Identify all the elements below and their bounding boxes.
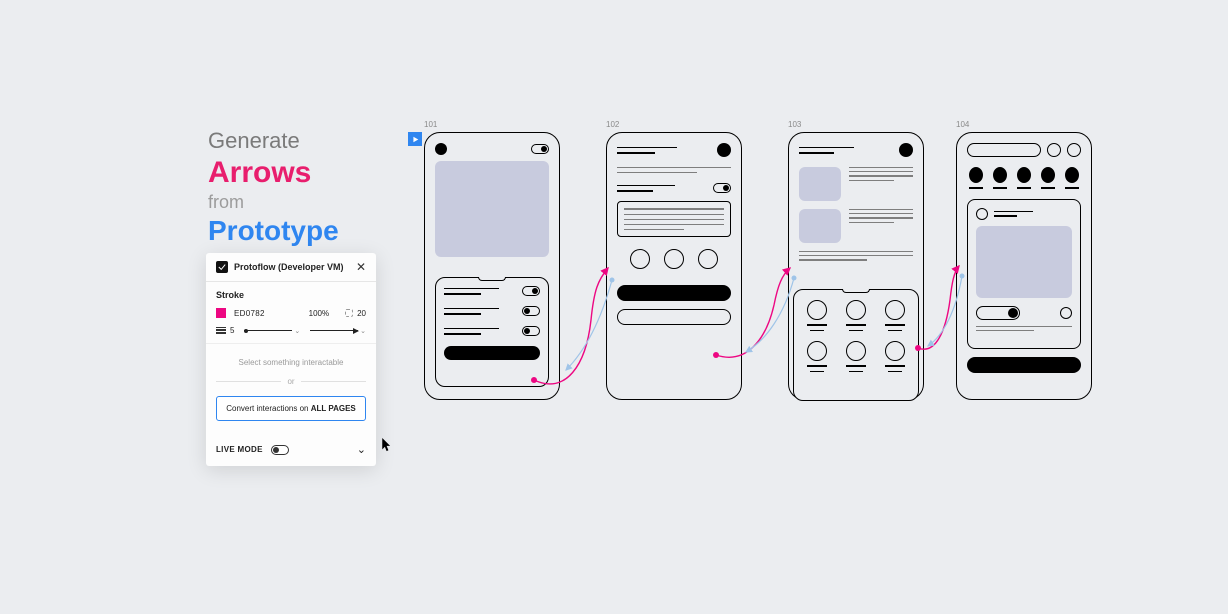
color-hex[interactable]: ED0782 xyxy=(234,309,265,318)
frame-103[interactable] xyxy=(788,132,924,400)
collapse-icon[interactable]: ⌄ xyxy=(357,443,366,456)
circle-option xyxy=(698,249,718,269)
heading: Generate Arrows from Prototype xyxy=(208,128,339,247)
corner-radius-value: 20 xyxy=(357,309,366,318)
row-toggle-3 xyxy=(522,326,540,336)
live-mode-toggle[interactable] xyxy=(271,445,289,455)
action-icon xyxy=(1060,307,1072,319)
end-cap-select[interactable]: ⌄ xyxy=(310,327,366,335)
row-toggle-2 xyxy=(522,306,540,316)
circle-option xyxy=(630,249,650,269)
icon-circle xyxy=(1067,143,1081,157)
post-image xyxy=(976,226,1072,298)
header-toggle xyxy=(531,144,549,154)
panel-title: Protoflow (Developer VM) xyxy=(234,262,356,272)
header-dot xyxy=(899,143,913,157)
toggle xyxy=(713,183,731,193)
icon-circle xyxy=(1047,143,1061,157)
row-toggle-1 xyxy=(522,286,540,296)
frame-label-103: 103 xyxy=(788,120,801,129)
convert-prefix: Convert interactions on xyxy=(226,404,311,413)
primary-cta xyxy=(617,285,731,301)
plugin-panel: Protoflow (Developer VM) ✕ Stroke ED0782… xyxy=(206,253,376,466)
primary-cta xyxy=(444,346,540,360)
stroke-weight-field[interactable]: 5 xyxy=(216,326,234,335)
prototype-play-badge[interactable] xyxy=(408,132,422,146)
avatar-ring xyxy=(976,208,988,220)
start-cap-select[interactable]: ⌄ xyxy=(244,327,300,335)
heading-line2: Arrows xyxy=(208,156,339,190)
close-icon[interactable]: ✕ xyxy=(356,261,366,273)
stroke-section: Stroke ED0782 100% 20 5 ⌄ ⌄ xyxy=(206,282,376,344)
frame-102[interactable] xyxy=(606,132,742,400)
stroke-row-weight: 5 ⌄ ⌄ xyxy=(216,326,366,335)
avatar-dot xyxy=(435,143,447,155)
story-dot xyxy=(1041,167,1055,183)
hero-image-placeholder xyxy=(435,161,549,257)
frame-label-104: 104 xyxy=(956,120,969,129)
card xyxy=(435,277,549,387)
bottom-cta xyxy=(967,357,1081,373)
frame-101[interactable] xyxy=(424,132,560,400)
corner-radius-field[interactable]: 20 xyxy=(345,309,366,318)
grid-icon xyxy=(846,341,866,361)
canvas[interactable]: 101 102 103 104 xyxy=(416,120,1116,440)
or-text: or xyxy=(287,377,294,386)
thumb xyxy=(799,167,841,201)
circle-option xyxy=(664,249,684,269)
chevron-down-icon: ⌄ xyxy=(360,327,366,335)
text-block xyxy=(617,201,731,237)
story-dot xyxy=(993,167,1007,183)
grid-icon xyxy=(807,341,827,361)
secondary-cta xyxy=(617,309,731,325)
stroke-row-color: ED0782 100% 20 xyxy=(216,308,366,318)
frame-104[interactable] xyxy=(956,132,1092,400)
convert-all-pages-button[interactable]: Convert interactions on ALL PAGES xyxy=(216,396,366,421)
hint-section: Select something interactable or Convert… xyxy=(206,344,376,433)
or-divider: or xyxy=(216,377,366,386)
grid-icon xyxy=(846,300,866,320)
story-dot xyxy=(1017,167,1031,183)
grid-card xyxy=(793,289,919,401)
heading-line3: from xyxy=(208,192,339,213)
post-card xyxy=(967,199,1081,349)
frame-label-101: 101 xyxy=(424,120,437,129)
header-dot xyxy=(717,143,731,157)
heading-line4: Prototype xyxy=(208,215,339,247)
stroke-weight-value: 5 xyxy=(230,326,234,335)
frame-label-102: 102 xyxy=(606,120,619,129)
corner-radius-icon xyxy=(345,309,353,317)
hint-text: Select something interactable xyxy=(216,358,366,367)
switch xyxy=(976,306,1020,320)
panel-header: Protoflow (Developer VM) ✕ xyxy=(206,253,376,282)
search-bar xyxy=(967,143,1041,157)
color-swatch[interactable] xyxy=(216,308,226,318)
grid-icon xyxy=(807,300,827,320)
thumb xyxy=(799,209,841,243)
grid-icon xyxy=(885,341,905,361)
grid-icon xyxy=(885,300,905,320)
panel-footer: LIVE MODE ⌄ xyxy=(206,433,376,466)
stroke-section-title: Stroke xyxy=(216,290,366,300)
story-dot xyxy=(1065,167,1079,183)
opacity-value[interactable]: 100% xyxy=(309,309,329,318)
live-mode-label: LIVE MODE xyxy=(216,445,263,454)
convert-bold: ALL PAGES xyxy=(311,404,356,413)
heading-line1: Generate xyxy=(208,128,339,154)
stroke-weight-icon xyxy=(216,327,226,334)
plugin-logo-icon xyxy=(216,261,228,273)
story-dot xyxy=(969,167,983,183)
chevron-down-icon: ⌄ xyxy=(294,327,300,335)
